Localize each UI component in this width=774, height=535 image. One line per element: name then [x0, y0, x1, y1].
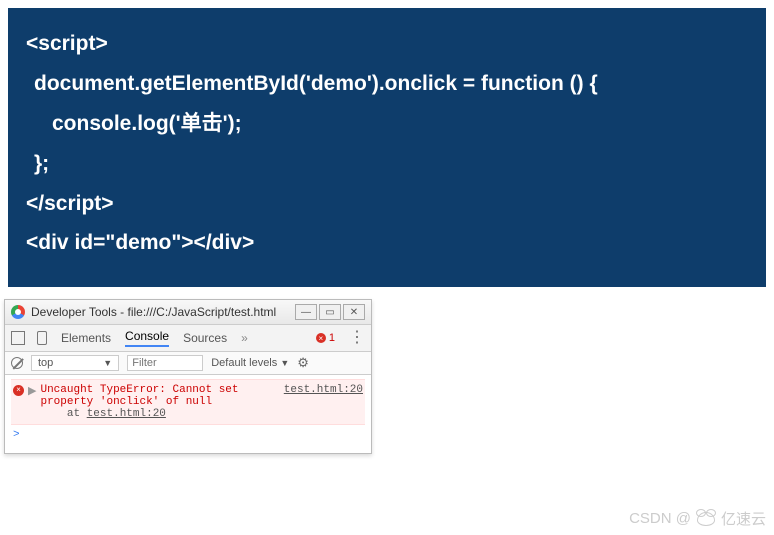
code-line: <div id="demo"></div>	[26, 223, 748, 263]
error-badge[interactable]: × 1	[316, 332, 335, 344]
error-message: Uncaught TypeError: Cannot set property …	[40, 384, 275, 420]
code-line: };	[26, 144, 748, 184]
devtools-tabs: Elements Console Sources » × 1 ⋮	[5, 325, 371, 352]
tab-elements[interactable]: Elements	[61, 331, 111, 345]
watermark: CSDN @ 亿速云	[629, 508, 766, 529]
window-title: Developer Tools - file:///C:/JavaScript/…	[31, 305, 289, 319]
code-line: console.log('单击');	[26, 104, 748, 144]
code-line: </script>	[26, 184, 748, 224]
stack-link[interactable]: test.html:20	[87, 408, 166, 420]
code-line: document.getElementById('demo').onclick …	[26, 64, 748, 104]
window-controls: — ▭ ✕	[295, 304, 365, 320]
clear-console-icon[interactable]	[11, 357, 23, 369]
maximize-button[interactable]: ▭	[319, 304, 341, 320]
context-selector[interactable]: top ▼	[31, 355, 119, 371]
more-tabs-icon[interactable]: »	[241, 331, 248, 345]
devtools-titlebar[interactable]: Developer Tools - file:///C:/JavaScript/…	[5, 300, 371, 325]
minimize-button[interactable]: —	[295, 304, 317, 320]
chrome-icon	[11, 305, 25, 319]
console-prompt[interactable]: >	[11, 425, 365, 445]
error-icon: ×	[13, 385, 24, 396]
error-count: 1	[329, 332, 335, 344]
gear-icon[interactable]: ⚙	[297, 355, 309, 371]
log-level-label: Default levels	[211, 357, 277, 369]
devtools-window: Developer Tools - file:///C:/JavaScript/…	[4, 299, 372, 454]
tab-sources[interactable]: Sources	[183, 331, 227, 345]
code-line: <script>	[26, 24, 748, 64]
tab-console[interactable]: Console	[125, 329, 169, 347]
error-dot-icon: ×	[316, 333, 326, 343]
cloud-icon	[697, 512, 715, 526]
error-stack: at test.html:20	[40, 408, 275, 420]
chevron-down-icon: ▼	[103, 358, 112, 368]
error-text: Uncaught TypeError: Cannot set	[40, 384, 275, 396]
console-error-row[interactable]: × ▶ Uncaught TypeError: Cannot set prope…	[11, 379, 365, 425]
error-source-link[interactable]: test.html:20	[276, 384, 363, 420]
chevron-down-icon: ▼	[280, 358, 289, 368]
filter-input[interactable]	[127, 355, 203, 371]
close-button[interactable]: ✕	[343, 304, 365, 320]
device-toggle-icon[interactable]	[37, 331, 47, 345]
watermark-left: CSDN @	[629, 510, 691, 527]
error-text: property 'onclick' of null	[40, 396, 275, 408]
log-level-selector[interactable]: Default levels ▼	[211, 357, 289, 369]
console-output: × ▶ Uncaught TypeError: Cannot set prope…	[5, 375, 371, 453]
kebab-menu-icon[interactable]: ⋮	[349, 330, 365, 346]
console-filter-bar: top ▼ Default levels ▼ ⚙	[5, 352, 371, 375]
expand-icon[interactable]: ▶	[28, 384, 36, 420]
dock-icon[interactable]	[11, 331, 25, 345]
watermark-right: 亿速云	[721, 508, 766, 529]
context-label: top	[38, 357, 53, 369]
code-block: <script> document.getElementById('demo')…	[8, 8, 766, 287]
